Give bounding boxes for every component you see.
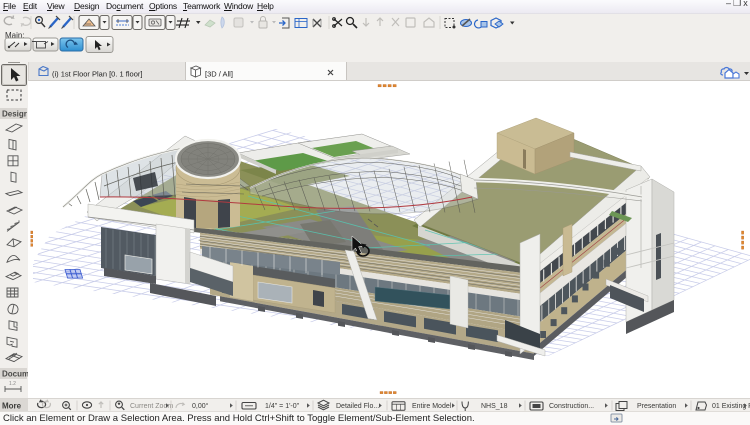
svg-text:(i) 1st Floor Plan [0. 1 floor: (i) 1st Floor Plan [0. 1 floor] — [52, 70, 142, 79]
svg-text:Detailed Flo...: Detailed Flo... — [336, 403, 379, 410]
svg-text:Presentation: Presentation — [637, 403, 676, 410]
svg-text:Desigr: Desigr — [2, 110, 27, 119]
svg-text:1.2: 1.2 — [9, 381, 16, 387]
svg-text:Construction...: Construction... — [549, 403, 594, 410]
svg-text:NHS_18: NHS_18 — [481, 403, 508, 410]
svg-text:[3D / All]: [3D / All] — [205, 70, 233, 79]
svg-text:Docum: Docum — [2, 370, 28, 379]
svg-text:Entire Model: Entire Model — [412, 403, 452, 410]
svg-text:0,00°: 0,00° — [192, 402, 209, 410]
svg-text:More: More — [2, 402, 22, 411]
svg-text:1/4" = 1'-0": 1/4" = 1'-0" — [265, 403, 300, 410]
